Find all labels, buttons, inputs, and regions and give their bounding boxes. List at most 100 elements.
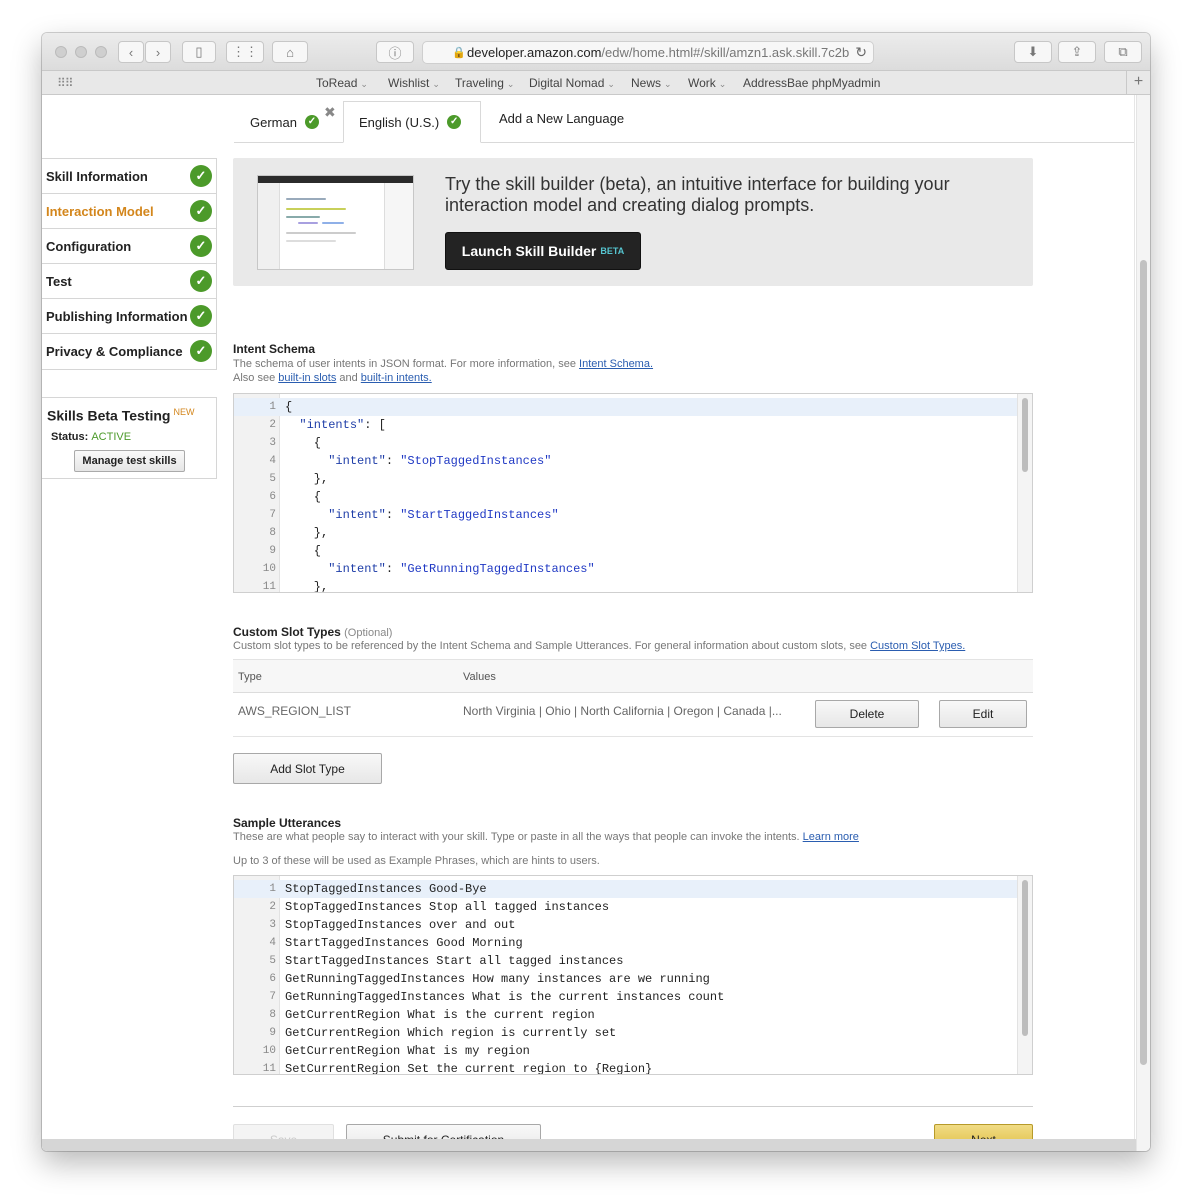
code-text: { [285,544,322,558]
address-bar[interactable]: 🔒 developer.amazon.com/edw/home.html#/sk… [422,41,874,64]
footer-divider [233,1106,1033,1107]
bookmark-item[interactable]: Digital Nomad ⌄ [529,76,615,90]
sidebar-icon[interactable]: ▯ [182,41,216,63]
chevron-down-icon: ⌄ [718,79,727,89]
chevron-down-icon: ⌄ [506,79,515,89]
code-line: 3 { [234,434,1017,452]
minimize-window-button[interactable] [75,46,87,58]
apps-grid-icon[interactable]: ⠿⠿ [57,76,74,90]
share-icon[interactable]: ⇪ [1058,41,1096,63]
home-icon[interactable]: ⌂ [272,41,308,63]
code-text: { [285,436,322,450]
bookmark-item[interactable]: Traveling ⌄ [455,76,514,90]
bookmark-item[interactable]: AddressBae phpMyadmin [743,76,880,90]
utterances-desc: These are what people say to interact wi… [233,831,859,843]
launch-skill-builder-button[interactable]: Launch Skill Builder BETA [445,232,641,270]
zoom-window-button[interactable] [95,46,107,58]
code-text: "intents": [ [299,418,386,432]
code-line: 1 StopTaggedInstances Good-Bye [234,880,1017,898]
check-icon: ✓ [447,115,462,129]
code-text: GetCurrentRegion Which region is current… [285,1026,617,1040]
col-values-header: Values [463,671,496,683]
bookmark-item[interactable]: ToRead ⌄ [316,76,368,90]
editor-scrollbar[interactable] [1017,876,1032,1074]
line-number: 6 [269,973,276,985]
code-text: "intent": "StopTaggedInstances" [328,454,552,468]
code-line: 4 "intent": "StopTaggedInstances" [234,452,1017,470]
sidebar-item[interactable]: Skill Information ✓ [42,159,216,194]
tabs-overview-icon[interactable]: ⧉ [1104,41,1142,63]
intent-schema-link[interactable]: Intent Schema. [579,358,653,370]
custom-slot-types-link[interactable]: Custom Slot Types. [870,640,965,652]
add-language-link[interactable]: Add a New Language [499,97,624,139]
bookmarks-bar: ⠿⠿ ToRead ⌄ Wishlist ⌄ Traveling ⌄ Digital Nom… [42,71,1150,95]
editor-scrollbar[interactable] [1017,394,1032,592]
slot-types-desc: Custom slot types to be referenced by th… [233,640,966,652]
built-in-intents-link[interactable]: built-in intents. [361,372,432,384]
beta-status: Status: ACTIVE [51,431,132,443]
code-line: 6 GetRunningTaggedInstances How many inst… [234,970,1017,988]
line-number: 4 [269,455,276,467]
code-text: GetCurrentRegion What is the current reg… [285,1008,595,1022]
line-number: 1 [269,883,276,895]
code-text: StopTaggedInstances over and out [285,918,516,932]
code-line: 6 { [234,488,1017,506]
edit-button[interactable]: Edit [939,700,1027,728]
code-line: 7 "intent": "StartTaggedInstances" [234,506,1017,524]
code-line: 10 "intent": "GetRunningTaggedInstances" [234,560,1017,578]
code-text: GetRunningTaggedInstances What is the cu… [285,990,725,1004]
tab-english-us[interactable]: English (U.S.) ✓ [343,101,481,143]
manage-test-skills-button[interactable]: Manage test skills [74,450,185,472]
page-scroll-thumb[interactable] [1140,260,1147,1065]
learn-more-link[interactable]: Learn more [803,831,859,843]
sample-utterances-editor[interactable]: 1 StopTaggedInstances Good-Bye 2 StopTagged… [233,875,1033,1075]
bookmark-item[interactable]: News ⌄ [631,76,672,90]
line-number: 9 [269,545,276,557]
page-scrollbar[interactable] [1136,95,1150,1151]
delete-button[interactable]: Delete [815,700,919,728]
intent-schema-editor[interactable]: 1{2 "intents": [3 {4 "intent": "StopTagg… [233,393,1033,593]
close-tab-icon[interactable]: ✖ [324,104,336,121]
reader-icon[interactable]: ⓘ [376,41,414,63]
line-number: 10 [262,563,276,575]
sidebar-item[interactable]: Test ✓ [42,264,216,299]
new-tab-icon[interactable]: + [1126,71,1150,95]
bookmark-item[interactable]: Work ⌄ [688,76,726,90]
sidebar-item[interactable]: Publishing Information ✓ [42,299,216,334]
bookmark-label: AddressBae phpMyadmin [743,76,881,90]
close-window-button[interactable] [55,46,67,58]
built-in-slots-link[interactable]: built-in slots [278,372,336,384]
tab-german[interactable]: German ✓ [250,101,319,143]
reload-icon[interactable]: ↻ [855,44,867,61]
bookmark-item[interactable]: Wishlist ⌄ [388,76,440,90]
sidebar-item[interactable]: Configuration ✓ [42,229,216,264]
line-number: 10 [262,1045,276,1057]
code-line: 8 }, [234,524,1017,542]
check-icon: ✓ [190,340,212,362]
line-number: 4 [269,937,276,949]
back-icon[interactable]: ‹ [118,41,144,63]
chevron-down-icon: ⌄ [432,79,440,89]
utterances-hint: Up to 3 of these will be used as Example… [233,855,600,867]
code-line: 9 { [234,542,1017,560]
sidebar-item-label: Skill Information [46,169,148,184]
top-sites-icon[interactable]: ⋮⋮ [226,41,264,63]
beta-title: Skills Beta Testing NEW [47,407,195,424]
table-row: AWS_REGION_LIST North Virginia | Ohio | … [233,693,1033,737]
sidebar-item[interactable]: Privacy & Compliance ✓ [42,334,216,369]
sidebar-item[interactable]: Interaction Model ✓ [42,194,216,229]
chevron-down-icon: ⌄ [360,79,368,89]
code-line: 2 "intents": [ [234,416,1017,434]
intent-schema-title: Intent Schema [233,342,316,356]
forward-icon[interactable]: › [145,41,171,63]
check-icon: ✓ [190,235,212,257]
add-slot-type-button[interactable]: Add Slot Type [233,753,382,784]
code-line: 5 StartTaggedInstances Start all tagged i… [234,952,1017,970]
browser-window: ‹ › ▯ ⋮⋮ ⌂ ⓘ 🔒 developer.amazon.com/edw/… [42,33,1150,1151]
check-icon: ✓ [190,200,212,222]
slot-type-name: AWS_REGION_LIST [238,704,351,718]
code-text: { [285,400,293,414]
downloads-icon[interactable]: ⬇ [1014,41,1052,63]
intent-schema-desc: The schema of user intents in JSON forma… [233,358,654,384]
code-text: GetCurrentRegion What is my region [285,1044,530,1058]
